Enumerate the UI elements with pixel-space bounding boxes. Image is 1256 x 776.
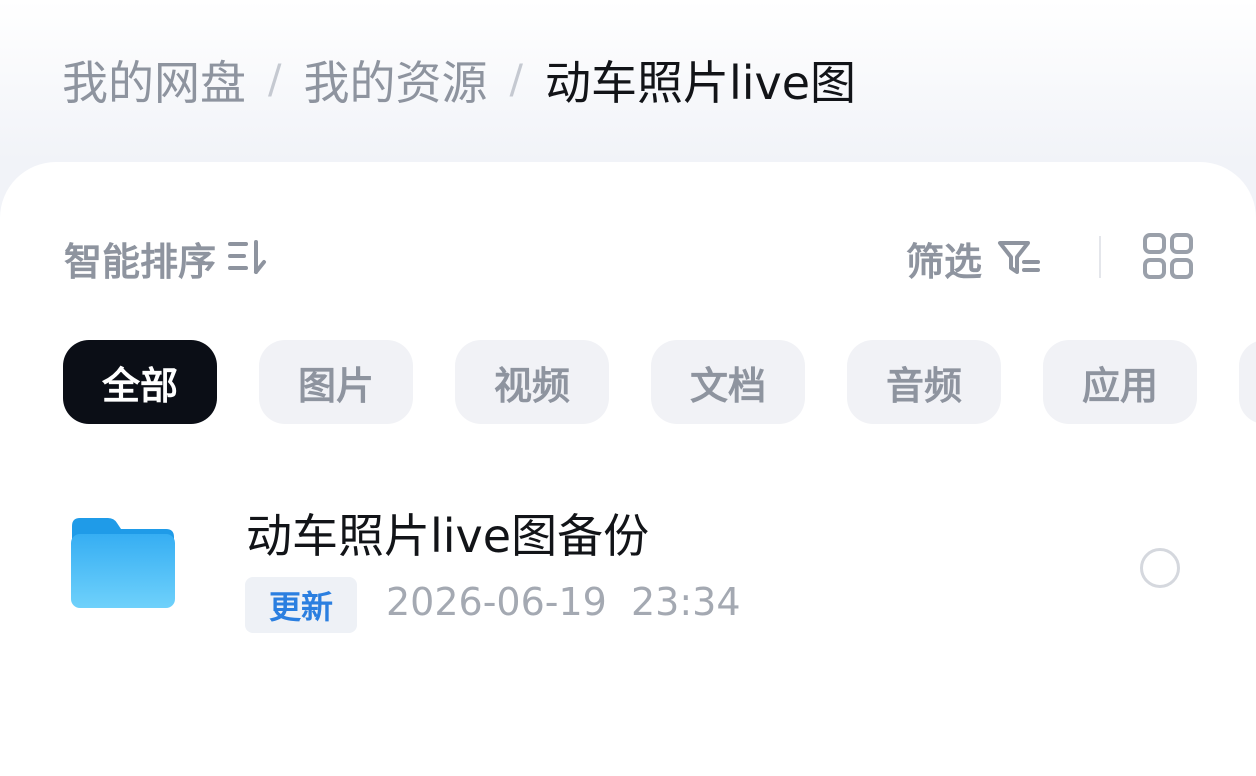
breadcrumb-item-current-folder: 动车照片live图 [544, 56, 857, 110]
tab-more-partial[interactable] [1239, 340, 1256, 424]
content-card: 智能排序 筛选 全部 图片 视频 文档 音频 应用 动车照片live图备份 更新… [0, 162, 1256, 776]
tab-documents[interactable]: 文档 [651, 340, 805, 424]
breadcrumb-item-my-resources[interactable]: 我的资源 [303, 47, 487, 113]
breadcrumb-separator: / [268, 57, 282, 103]
breadcrumb-separator: / [509, 57, 523, 103]
tab-audio[interactable]: 音频 [847, 340, 1001, 424]
tab-videos[interactable]: 视频 [455, 340, 609, 424]
select-checkbox[interactable] [1140, 548, 1180, 588]
filter-icon [996, 238, 1042, 278]
sort-desc-icon [226, 238, 272, 278]
folder-icon [70, 516, 176, 610]
breadcrumb-item-my-drive[interactable]: 我的网盘 [62, 47, 246, 113]
sort-label: 智能排序 [64, 239, 217, 284]
filter-button[interactable]: 筛选 [906, 234, 1042, 284]
breadcrumb: 我的网盘 / 我的资源 / 动车照片live图 [62, 48, 856, 112]
file-modified-time: 2026-06-19 23:34 [386, 580, 741, 624]
file-name: 动车照片live图备份 [246, 509, 650, 563]
sort-button[interactable]: 智能排序 [64, 234, 272, 284]
grid-view-icon [1142, 232, 1194, 284]
tab-all[interactable]: 全部 [63, 340, 217, 424]
tab-apps[interactable]: 应用 [1043, 340, 1197, 424]
file-browser-page: 我的网盘 / 我的资源 / 动车照片live图 智能排序 筛选 全部 图片 视频… [0, 0, 1256, 776]
list-item[interactable]: 动车照片live图备份 更新 2026-06-19 23:34 [0, 492, 1256, 642]
grid-view-toggle[interactable] [1142, 232, 1194, 284]
tab-images[interactable]: 图片 [259, 340, 413, 424]
category-tabs: 全部 图片 视频 文档 音频 应用 [63, 340, 1256, 424]
update-badge: 更新 [245, 577, 357, 633]
filter-label: 筛选 [906, 239, 983, 284]
toolbar-divider [1099, 236, 1101, 278]
